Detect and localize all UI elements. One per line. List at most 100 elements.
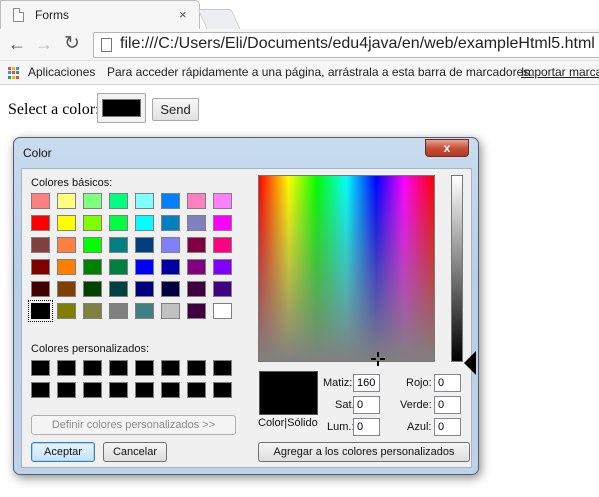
green-field[interactable]: 0: [434, 396, 461, 414]
custom-color-swatch[interactable]: [57, 382, 76, 398]
basic-color-swatch[interactable]: [57, 237, 76, 253]
custom-color-swatch[interactable]: [187, 382, 206, 398]
basic-color-swatch[interactable]: [31, 281, 50, 297]
basic-color-swatch[interactable]: [109, 281, 128, 297]
apps-link[interactable]: Aplicaciones: [28, 65, 95, 79]
basic-color-swatch[interactable]: [135, 281, 154, 297]
basic-color-swatch[interactable]: [31, 237, 50, 253]
address-bar[interactable]: file:///C:/Users/Eli/Documents/edu4java/…: [93, 32, 599, 58]
basic-color-swatch[interactable]: [109, 303, 128, 319]
back-arrow-icon[interactable]: ←: [8, 34, 26, 54]
basic-color-swatch[interactable]: [213, 259, 232, 275]
custom-color-swatch[interactable]: [213, 382, 232, 398]
dialog-close-button[interactable]: x: [425, 139, 469, 157]
reload-icon[interactable]: ↻: [64, 34, 80, 54]
basic-color-swatch[interactable]: [187, 281, 206, 297]
basic-color-swatch[interactable]: [57, 193, 76, 209]
color-preview: [259, 371, 318, 415]
basic-color-swatch[interactable]: [31, 259, 50, 275]
basic-color-swatch[interactable]: [83, 193, 102, 209]
blue-field[interactable]: 0: [434, 418, 461, 436]
custom-color-swatch[interactable]: [31, 382, 50, 398]
basic-color-swatch[interactable]: [109, 237, 128, 253]
custom-color-swatch[interactable]: [161, 382, 180, 398]
apps-grid-icon[interactable]: [8, 67, 20, 79]
custom-color-swatch[interactable]: [83, 382, 102, 398]
send-button[interactable]: Send: [152, 98, 199, 121]
define-custom-colors-button[interactable]: Definir colores personalizados >>: [31, 415, 236, 435]
basic-color-swatch[interactable]: [187, 215, 206, 231]
custom-color-swatch[interactable]: [109, 360, 128, 376]
custom-color-swatch[interactable]: [109, 382, 128, 398]
basic-color-swatch[interactable]: [187, 237, 206, 253]
color-input[interactable]: [97, 93, 146, 123]
basic-color-swatch[interactable]: [161, 281, 180, 297]
custom-color-swatch[interactable]: [187, 360, 206, 376]
import-bookmarks-link[interactable]: Importar marca: [521, 65, 599, 79]
basic-color-swatch[interactable]: [57, 303, 76, 319]
tab-close-icon[interactable]: ×: [179, 7, 187, 22]
bookmarks-hint: Para acceder rápidamente a una página, a…: [107, 65, 533, 79]
basic-color-swatch[interactable]: [83, 303, 102, 319]
new-tab-button[interactable]: [197, 9, 241, 29]
red-field[interactable]: 0: [434, 374, 461, 392]
basic-color-swatch[interactable]: [161, 215, 180, 231]
tab-forms[interactable]: Forms ×: [0, 0, 200, 29]
basic-color-swatch[interactable]: [31, 215, 50, 231]
basic-color-swatch[interactable]: [135, 259, 154, 275]
custom-color-swatch[interactable]: [161, 360, 180, 376]
ok-button[interactable]: Aceptar: [31, 442, 95, 462]
luminosity-arrow-icon[interactable]: [464, 351, 476, 375]
color-input-swatch: [102, 99, 141, 117]
basic-color-swatch[interactable]: [109, 193, 128, 209]
basic-color-swatch[interactable]: [28, 300, 53, 322]
basic-color-swatch[interactable]: [31, 193, 50, 209]
custom-color-swatch[interactable]: [135, 360, 154, 376]
luminosity-slider[interactable]: [451, 175, 463, 362]
spectrum-crosshair-icon[interactable]: [371, 352, 385, 366]
basic-color-swatch[interactable]: [161, 237, 180, 253]
basic-color-swatch[interactable]: [135, 303, 154, 319]
basic-color-swatch[interactable]: [57, 259, 76, 275]
green-label: Verde:: [400, 399, 432, 411]
basic-color-swatch[interactable]: [187, 259, 206, 275]
add-to-custom-colors-button[interactable]: Agregar a los colores personalizados: [258, 442, 470, 462]
custom-color-swatch[interactable]: [135, 382, 154, 398]
basic-color-swatch[interactable]: [187, 303, 206, 319]
basic-color-swatch[interactable]: [213, 237, 232, 253]
custom-color-swatch[interactable]: [57, 360, 76, 376]
basic-color-swatch[interactable]: [83, 281, 102, 297]
lum-field[interactable]: 0: [353, 418, 380, 436]
basic-color-swatch[interactable]: [83, 259, 102, 275]
lum-label: Lum.:: [327, 421, 355, 433]
red-label: Rojo:: [406, 377, 432, 389]
basic-color-swatch[interactable]: [83, 237, 102, 253]
basic-color-swatch[interactable]: [83, 215, 102, 231]
dialog-title: Color: [23, 146, 52, 160]
custom-color-swatch[interactable]: [213, 360, 232, 376]
basic-color-swatch[interactable]: [57, 215, 76, 231]
basic-color-swatch[interactable]: [135, 193, 154, 209]
basic-color-swatch[interactable]: [161, 259, 180, 275]
forward-arrow-icon[interactable]: →: [35, 34, 53, 54]
basic-color-swatch[interactable]: [109, 215, 128, 231]
basic-color-swatch[interactable]: [161, 303, 180, 319]
basic-color-swatch[interactable]: [213, 215, 232, 231]
basic-color-swatch[interactable]: [213, 193, 232, 209]
address-bar-url: file:///C:/Users/Eli/Documents/edu4java/…: [120, 35, 595, 52]
basic-color-swatch[interactable]: [135, 215, 154, 231]
cancel-button[interactable]: Cancelar: [103, 442, 167, 462]
sat-field[interactable]: 0: [353, 396, 380, 414]
basic-color-swatch[interactable]: [213, 303, 232, 319]
dialog-body: Colores básicos: Colores personalizados:…: [21, 168, 476, 468]
custom-color-swatch[interactable]: [31, 360, 50, 376]
hue-field[interactable]: 160: [353, 374, 380, 392]
hue-saturation-spectrum[interactable]: [258, 175, 435, 362]
basic-color-swatch[interactable]: [135, 237, 154, 253]
basic-color-swatch[interactable]: [161, 193, 180, 209]
basic-color-swatch[interactable]: [109, 259, 128, 275]
basic-color-swatch[interactable]: [213, 281, 232, 297]
basic-color-swatch[interactable]: [187, 193, 206, 209]
basic-color-swatch[interactable]: [57, 281, 76, 297]
custom-color-swatch[interactable]: [83, 360, 102, 376]
